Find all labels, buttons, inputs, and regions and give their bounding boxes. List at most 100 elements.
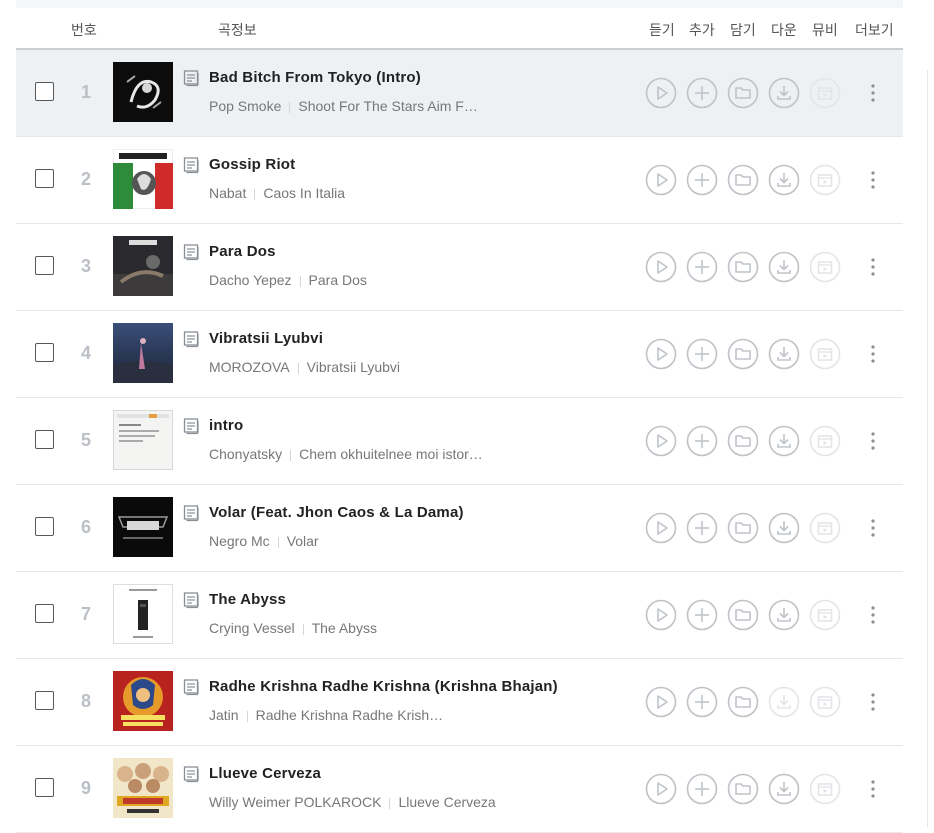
track-album[interactable]: Shoot For The Stars Aim F… xyxy=(298,98,477,114)
download-circle-icon[interactable] xyxy=(768,773,800,805)
download-circle-icon[interactable] xyxy=(768,164,800,196)
play-circle-icon[interactable] xyxy=(645,686,677,718)
play-circle-icon[interactable] xyxy=(645,164,677,196)
track-album[interactable]: Vibratsii Lyubvi xyxy=(307,359,400,375)
track-artist[interactable]: Crying Vessel xyxy=(209,620,295,636)
track-artist[interactable]: Willy Weimer POLKAROCK xyxy=(209,794,381,810)
track-artist[interactable]: Jatin xyxy=(209,707,239,723)
track-title[interactable]: intro xyxy=(209,417,243,434)
lyrics-icon[interactable] xyxy=(183,156,201,174)
lyrics-icon[interactable] xyxy=(183,417,201,435)
track-title[interactable]: Bad Bitch From Tokyo (Intro) xyxy=(209,69,421,86)
plus-circle-icon[interactable] xyxy=(686,164,718,196)
mv-circle-icon[interactable] xyxy=(809,599,841,631)
track-checkbox[interactable] xyxy=(35,82,54,101)
kebab-icon[interactable] xyxy=(865,516,881,540)
lyrics-icon[interactable] xyxy=(183,504,201,522)
track-album[interactable]: Chem okhuitelnee moi istor… xyxy=(299,446,483,462)
folder-circle-icon[interactable] xyxy=(727,686,759,718)
mv-circle-icon[interactable] xyxy=(809,164,841,196)
album-art[interactable] xyxy=(113,497,173,557)
track-artist[interactable]: Pop Smoke xyxy=(209,98,281,114)
track-album[interactable]: Caos In Italia xyxy=(263,185,345,201)
track-checkbox[interactable] xyxy=(35,343,54,362)
track-album[interactable]: Llueve Cerveza xyxy=(398,794,495,810)
track-checkbox[interactable] xyxy=(35,604,54,623)
track-artist[interactable]: Nabat xyxy=(209,185,246,201)
plus-circle-icon[interactable] xyxy=(686,512,718,544)
folder-circle-icon[interactable] xyxy=(727,338,759,370)
folder-circle-icon[interactable] xyxy=(727,773,759,805)
kebab-icon[interactable] xyxy=(865,429,881,453)
mv-circle-icon[interactable] xyxy=(809,338,841,370)
album-art[interactable] xyxy=(113,236,173,296)
kebab-icon[interactable] xyxy=(865,777,881,801)
album-art[interactable] xyxy=(113,410,173,470)
plus-circle-icon[interactable] xyxy=(686,425,718,457)
play-circle-icon[interactable] xyxy=(645,773,677,805)
mv-circle-icon[interactable] xyxy=(809,251,841,283)
mv-circle-icon[interactable] xyxy=(809,512,841,544)
plus-circle-icon[interactable] xyxy=(686,338,718,370)
lyrics-icon[interactable] xyxy=(183,678,201,696)
plus-circle-icon[interactable] xyxy=(686,251,718,283)
track-artist[interactable]: MOROZOVA xyxy=(209,359,290,375)
folder-circle-icon[interactable] xyxy=(727,251,759,283)
track-title[interactable]: Radhe Krishna Radhe Krishna (Krishna Bha… xyxy=(209,678,558,695)
track-title[interactable]: Para Dos xyxy=(209,243,276,260)
lyrics-icon[interactable] xyxy=(183,591,201,609)
track-album[interactable]: Radhe Krishna Radhe Krish… xyxy=(256,707,444,723)
mv-circle-icon[interactable] xyxy=(809,773,841,805)
track-checkbox[interactable] xyxy=(35,169,54,188)
folder-circle-icon[interactable] xyxy=(727,164,759,196)
track-title[interactable]: Vibratsii Lyubvi xyxy=(209,330,323,347)
album-art[interactable] xyxy=(113,149,173,209)
download-circle-icon[interactable] xyxy=(768,338,800,370)
mv-circle-icon[interactable] xyxy=(809,77,841,109)
lyrics-icon[interactable] xyxy=(183,243,201,261)
track-title[interactable]: Gossip Riot xyxy=(209,156,295,173)
play-circle-icon[interactable] xyxy=(645,599,677,631)
download-circle-icon[interactable] xyxy=(768,77,800,109)
album-art[interactable] xyxy=(113,62,173,122)
album-art[interactable] xyxy=(113,584,173,644)
kebab-icon[interactable] xyxy=(865,81,881,105)
folder-circle-icon[interactable] xyxy=(727,599,759,631)
track-checkbox[interactable] xyxy=(35,430,54,449)
download-circle-icon[interactable] xyxy=(768,251,800,283)
play-circle-icon[interactable] xyxy=(645,425,677,457)
mv-circle-icon[interactable] xyxy=(809,425,841,457)
play-circle-icon[interactable] xyxy=(645,251,677,283)
folder-circle-icon[interactable] xyxy=(727,425,759,457)
track-checkbox[interactable] xyxy=(35,256,54,275)
lyrics-icon[interactable] xyxy=(183,69,201,87)
folder-circle-icon[interactable] xyxy=(727,512,759,544)
folder-circle-icon[interactable] xyxy=(727,77,759,109)
kebab-icon[interactable] xyxy=(865,342,881,366)
track-title[interactable]: Llueve Cerveza xyxy=(209,765,321,782)
download-circle-icon[interactable] xyxy=(768,512,800,544)
track-artist[interactable]: Dacho Yepez xyxy=(209,272,292,288)
track-checkbox[interactable] xyxy=(35,778,54,797)
track-checkbox[interactable] xyxy=(35,517,54,536)
mv-circle-icon[interactable] xyxy=(809,686,841,718)
plus-circle-icon[interactable] xyxy=(686,686,718,718)
track-checkbox[interactable] xyxy=(35,691,54,710)
lyrics-icon[interactable] xyxy=(183,765,201,783)
kebab-icon[interactable] xyxy=(865,255,881,279)
play-circle-icon[interactable] xyxy=(645,338,677,370)
plus-circle-icon[interactable] xyxy=(686,773,718,805)
track-album[interactable]: Para Dos xyxy=(309,272,367,288)
album-art[interactable] xyxy=(113,323,173,383)
download-circle-icon[interactable] xyxy=(768,599,800,631)
plus-circle-icon[interactable] xyxy=(686,77,718,109)
track-album[interactable]: The Abyss xyxy=(312,620,377,636)
plus-circle-icon[interactable] xyxy=(686,599,718,631)
track-title[interactable]: The Abyss xyxy=(209,591,286,608)
track-artist[interactable]: Chonyatsky xyxy=(209,446,282,462)
lyrics-icon[interactable] xyxy=(183,330,201,348)
play-circle-icon[interactable] xyxy=(645,77,677,109)
album-art[interactable] xyxy=(113,758,173,818)
track-title[interactable]: Volar (Feat. Jhon Caos & La Dama) xyxy=(209,504,464,521)
track-album[interactable]: Volar xyxy=(287,533,319,549)
